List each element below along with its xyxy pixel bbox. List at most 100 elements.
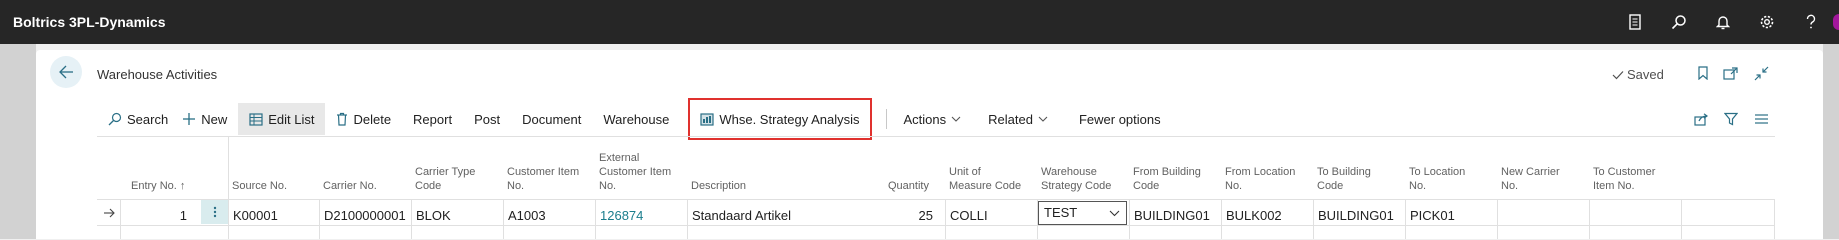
col-header-unit-of-measure[interactable]: Unit of Measure Code [949, 165, 1021, 193]
col-header-customer-item-no[interactable]: Customer Item No. [507, 165, 579, 193]
grid-right-edge [1774, 199, 1775, 239]
warehouse-menu[interactable]: Warehouse [592, 103, 680, 135]
col-header-line: Carrier Type [415, 166, 476, 178]
col-header-to-building-code[interactable]: To Building Code [1317, 165, 1371, 193]
col-divider [1313, 199, 1314, 239]
delete-button[interactable]: Delete [325, 103, 402, 135]
search-action[interactable]: Search [97, 103, 179, 135]
list-view-icon[interactable] [1752, 111, 1770, 127]
col-divider [228, 137, 229, 239]
sort-ascending-icon: ↑ [179, 180, 186, 192]
cell-unit-of-measure[interactable]: COLLI [950, 208, 988, 223]
edit-list-icon [249, 112, 263, 126]
col-header-line: From Location [1225, 166, 1296, 178]
collapse-icon[interactable] [1752, 64, 1770, 82]
col-header-external-customer-item-no[interactable]: External Customer Item No. [599, 151, 671, 193]
col-header-line: Customer Item [507, 166, 580, 178]
col-header-quantity[interactable]: Quantity [888, 179, 929, 193]
share-icon[interactable] [1692, 111, 1710, 127]
cell-entry-no[interactable]: 1 [120, 208, 187, 223]
col-divider [1221, 199, 1222, 239]
user-avatar[interactable] [1833, 0, 1839, 44]
cell-quantity[interactable]: 25 [870, 208, 933, 223]
fewer-options-button[interactable]: Fewer options [1068, 103, 1172, 135]
col-header-line: To Building [1317, 166, 1371, 178]
back-button[interactable] [50, 56, 82, 88]
cell-to-building-code[interactable]: BUILDING01 [1318, 208, 1394, 223]
header-divider [97, 199, 1775, 200]
open-new-window-icon[interactable] [1721, 64, 1739, 82]
bookmark-icon[interactable] [1694, 64, 1712, 82]
saved-label: Saved [1627, 67, 1664, 82]
report-menu[interactable]: Report [402, 103, 463, 135]
plus-icon [183, 113, 196, 125]
new-button[interactable]: New [179, 103, 238, 135]
col-header-warehouse-strategy-code[interactable]: Warehouse Strategy Code [1041, 165, 1111, 193]
help-icon[interactable] [1789, 0, 1833, 44]
col-header-to-customer-item-no[interactable]: To Customer Item No. [1593, 165, 1655, 193]
page-title: Warehouse Activities [97, 67, 218, 82]
cell-description[interactable]: Standaard Artikel [692, 208, 791, 223]
col-header-entry-no[interactable]: Entry No. ↑ [131, 179, 185, 193]
cell-carrier-no[interactable]: D2100000001 [324, 208, 406, 223]
cell-source-no[interactable]: K00001 [233, 208, 278, 223]
col-header-from-building-code[interactable]: From Building Code [1133, 165, 1201, 193]
search-icon[interactable] [1657, 0, 1701, 44]
document-icon[interactable] [1613, 0, 1657, 44]
post-menu[interactable]: Post [463, 103, 511, 135]
col-divider [1405, 199, 1406, 239]
col-divider [687, 199, 688, 239]
related-menu-label: Related [988, 111, 1033, 127]
cell-customer-item-no[interactable]: A1003 [508, 208, 546, 223]
col-header-carrier-type-code[interactable]: Carrier Type Code [415, 165, 475, 193]
actionbar-divider [97, 136, 1775, 137]
col-header-description[interactable]: Description [691, 179, 746, 193]
strategy-analysis-icon [700, 112, 714, 126]
app-title: Boltrics 3PL-Dynamics [13, 14, 166, 30]
col-divider [503, 199, 504, 239]
col-header-from-location-no[interactable]: From Location No. [1225, 165, 1295, 193]
whse-strategy-analysis-label: Whse. Strategy Analysis [719, 111, 860, 127]
actions-menu-label: Actions [903, 111, 947, 127]
col-header-line: Measure Code [949, 180, 1022, 192]
app-top-bar: Boltrics 3PL-Dynamics [0, 0, 1839, 44]
col-header-to-location-no[interactable]: To Location No. [1409, 165, 1465, 193]
edit-list-button[interactable]: Edit List [238, 103, 326, 135]
col-divider [1681, 199, 1682, 239]
warehouse-strategy-code-dropdown[interactable]: TEST [1038, 201, 1127, 225]
col-divider [1129, 199, 1130, 239]
checkmark-icon [1612, 70, 1624, 79]
col-header-line: No. [599, 180, 617, 192]
cell-from-building-code[interactable]: BUILDING01 [1134, 208, 1210, 223]
col-header-line: To Customer [1593, 166, 1656, 178]
action-separator [885, 109, 887, 129]
search-label: Search [127, 111, 169, 127]
col-header-line: Code [1317, 180, 1344, 192]
new-label: New [201, 111, 228, 127]
bell-icon[interactable] [1701, 0, 1745, 44]
trash-icon [337, 112, 348, 126]
col-divider [945, 199, 946, 239]
col-header-line: Code [415, 180, 442, 192]
col-header-carrier-no[interactable]: Carrier No. [323, 179, 377, 193]
chevron-down-icon [1038, 116, 1048, 122]
col-header-source-no[interactable]: Source No. [232, 179, 287, 193]
whse-strategy-analysis-button[interactable]: Whse. Strategy Analysis [688, 98, 872, 140]
right-margin [1823, 44, 1839, 239]
document-menu[interactable]: Document [511, 103, 592, 135]
col-header-line: No. [1225, 180, 1243, 192]
more-vertical-icon [213, 206, 216, 218]
cell-to-location-no[interactable]: PICK01 [1410, 208, 1455, 223]
cell-carrier-type-code[interactable]: BLOK [416, 208, 451, 223]
row-actions-button[interactable] [201, 200, 228, 224]
col-divider [319, 199, 320, 239]
related-menu[interactable]: Related [977, 103, 1064, 135]
gear-icon[interactable] [1745, 0, 1789, 44]
filter-icon[interactable] [1722, 111, 1740, 127]
col-header-new-carrier-no[interactable]: New Carrier No. [1501, 165, 1560, 193]
cell-from-location-no[interactable]: BULK002 [1226, 208, 1282, 223]
cell-external-customer-item-no-link[interactable]: 126874 [600, 208, 643, 223]
col-divider [1589, 199, 1590, 239]
top-icon-bar [1613, 0, 1839, 44]
actions-menu[interactable]: Actions [893, 103, 978, 135]
